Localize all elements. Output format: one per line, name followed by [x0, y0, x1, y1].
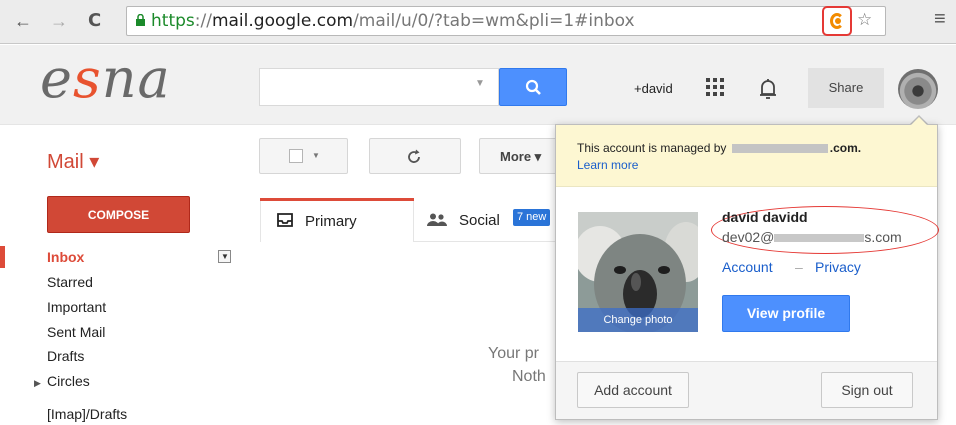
more-button[interactable]: More ▾ [479, 138, 559, 174]
share-button[interactable]: Share [808, 68, 884, 108]
account-popup: This account is managed by .com. Learn m… [555, 124, 939, 420]
search-options-caret[interactable]: ▼ [475, 78, 485, 89]
sidebar-item-sent-mail[interactable]: Sent Mail [47, 324, 105, 340]
back-icon[interactable]: ← [14, 10, 32, 32]
tab-social[interactable]: Social 7 new [414, 198, 560, 242]
add-account-button[interactable]: Add account [577, 372, 689, 408]
browser-toolbar: ← → C https://mail.google.com/mail/u/0/?… [0, 0, 956, 44]
sidebar-item-inbox[interactable]: Inbox [47, 249, 84, 265]
redacted-email-domain [774, 234, 865, 243]
account-link[interactable]: Account [722, 259, 773, 275]
new-count-badge: 7 new [513, 209, 551, 226]
chevron-down-icon: ▼ [312, 151, 320, 160]
refresh-icon [408, 149, 420, 163]
refresh-button[interactable] [369, 138, 461, 174]
expand-icon[interactable]: ▶ [34, 378, 41, 389]
privacy-link[interactable]: Privacy [815, 259, 861, 275]
popup-footer: Add account Sign out [556, 361, 937, 419]
account-email: dev02@ s.com [722, 229, 902, 245]
sidebar-item-imap-drafts[interactable]: [Imap]/Drafts [47, 406, 127, 422]
search-input[interactable] [259, 68, 499, 106]
empty-message-line1: Your pr [488, 345, 539, 362]
popup-arrow-fill [910, 117, 928, 126]
sidebar-item-important[interactable]: Important [47, 299, 106, 315]
lock-icon [136, 14, 145, 26]
active-tab-indicator [260, 198, 414, 201]
link-separator: – [795, 259, 803, 275]
sidebar-item-circles[interactable]: Circles [47, 373, 90, 389]
esna-logo[interactable]: esna [40, 52, 171, 106]
esna-extension-icon[interactable] [822, 6, 852, 36]
url-text: https://mail.google.com/mail/u/0/?tab=wm… [151, 11, 635, 31]
empty-message-line2: Noth [512, 368, 546, 385]
search-button[interactable] [499, 68, 567, 106]
tab-primary[interactable]: Primary [260, 198, 414, 242]
profile-photo[interactable]: Change photo [578, 212, 698, 332]
avatar[interactable] [898, 69, 938, 109]
sidebar-item-drafts[interactable]: Drafts [47, 348, 84, 364]
mail-switcher[interactable]: Mail ▾ [47, 149, 99, 174]
sign-out-button[interactable]: Sign out [821, 372, 913, 408]
redacted-domain [731, 144, 828, 154]
apps-grid-icon[interactable] [706, 78, 724, 96]
people-icon [427, 213, 447, 226]
view-profile-button[interactable]: View profile [722, 295, 850, 332]
inbox-tray-icon [277, 213, 293, 227]
menu-icon[interactable]: ≡ [934, 8, 946, 31]
address-bar[interactable]: https://mail.google.com/mail/u/0/?tab=wm… [126, 6, 886, 36]
star-icon[interactable]: ☆ [857, 10, 872, 30]
forward-icon[interactable]: → [50, 10, 68, 32]
account-name: david davidd [722, 209, 808, 225]
sidebar-item-starred[interactable]: Starred [47, 274, 93, 290]
change-photo-button[interactable]: Change photo [578, 308, 698, 332]
inbox-dropdown[interactable]: ▼ [218, 250, 231, 263]
search-icon [525, 79, 541, 95]
learn-more-link[interactable]: Learn more [577, 158, 638, 172]
notifications-bell-icon[interactable] [758, 78, 778, 100]
managed-notice: This account is managed by .com. Learn m… [556, 125, 937, 187]
compose-button[interactable]: COMPOSE [47, 196, 190, 233]
select-all-checkbox[interactable] [289, 149, 303, 163]
chevron-down-icon: ▼ [221, 252, 229, 261]
plus-profile-link[interactable]: +david [634, 81, 673, 96]
active-indicator [0, 246, 5, 268]
select-checkbox-button[interactable]: ▼ [259, 138, 348, 174]
reload-icon[interactable]: C [88, 10, 101, 32]
